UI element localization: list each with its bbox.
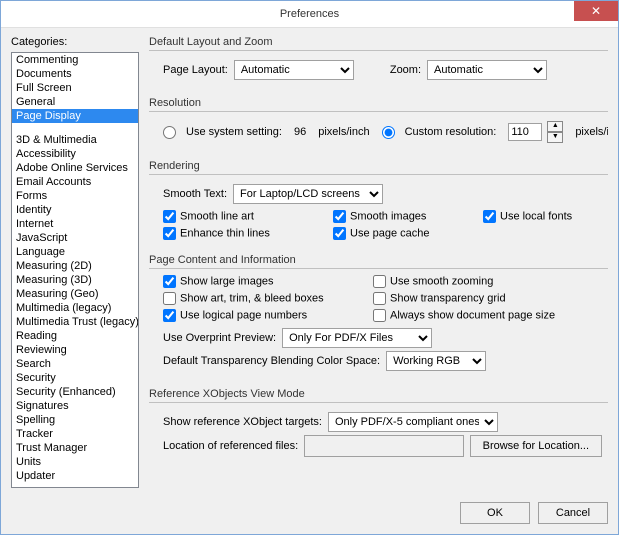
location-field [304, 435, 463, 457]
group-xobjects-title: Reference XObjects View Mode [149, 388, 608, 400]
category-item[interactable]: Trust Manager [12, 441, 138, 455]
overprint-label: Use Overprint Preview: [163, 332, 276, 344]
titlebar: Preferences ✕ [1, 1, 618, 28]
check-use-local-fonts[interactable]: Use local fonts [483, 210, 602, 223]
ok-button[interactable]: OK [460, 502, 530, 524]
group-xobjects: Reference XObjects View Mode Show refere… [149, 388, 608, 468]
system-setting-unit: pixels/inch [318, 126, 369, 138]
category-item[interactable]: Language [12, 245, 138, 259]
check-show-transparency-grid[interactable]: Show transparency grid [373, 292, 602, 305]
category-item[interactable]: Updater [12, 469, 138, 483]
group-rendering-title: Rendering [149, 160, 608, 172]
close-button[interactable]: ✕ [574, 1, 618, 21]
check-use-page-cache[interactable]: Use page cache [333, 227, 483, 240]
zoom-select[interactable]: Automatic [427, 60, 547, 80]
zoom-label: Zoom: [390, 64, 421, 76]
radio-system-setting[interactable] [163, 126, 176, 139]
category-item[interactable]: JavaScript [12, 231, 138, 245]
check-always-show-doc-size[interactable]: Always show document page size [373, 309, 602, 322]
blend-label: Default Transparency Blending Color Spac… [163, 355, 380, 367]
category-item[interactable]: Units [12, 455, 138, 469]
category-item[interactable]: Security (Enhanced) [12, 385, 138, 399]
check-smooth-images[interactable]: Smooth images [333, 210, 483, 223]
category-listbox[interactable]: CommentingDocumentsFull ScreenGeneralPag… [11, 52, 139, 488]
smooth-text-select[interactable]: For Laptop/LCD screens [233, 184, 383, 204]
page-layout-label: Page Layout: [163, 64, 228, 76]
check-use-smooth-zooming[interactable]: Use smooth zooming [373, 275, 602, 288]
category-item[interactable]: Adobe Online Services [12, 161, 138, 175]
category-item[interactable]: Reading [12, 329, 138, 343]
category-item[interactable]: Search [12, 357, 138, 371]
radio-custom-resolution[interactable] [382, 126, 395, 139]
group-content: Page Content and Information Show large … [149, 254, 608, 382]
category-item[interactable]: General [12, 95, 138, 109]
group-content-title: Page Content and Information [149, 254, 608, 266]
group-layout-title: Default Layout and Zoom [149, 36, 608, 48]
sidebar: Categories: CommentingDocumentsFull Scre… [11, 36, 139, 488]
cancel-button[interactable]: Cancel [538, 502, 608, 524]
category-item[interactable]: Identity [12, 203, 138, 217]
category-item[interactable]: Forms [12, 189, 138, 203]
category-item[interactable]: Spelling [12, 413, 138, 427]
category-item[interactable]: Documents [12, 67, 138, 81]
xobject-targets-select[interactable]: Only PDF/X-5 compliant ones [328, 412, 498, 432]
content-panel: Default Layout and Zoom Page Layout: Aut… [149, 36, 608, 488]
check-show-large-images[interactable]: Show large images [163, 275, 373, 288]
spinner-up-icon[interactable]: ▲ [547, 121, 563, 132]
browse-button[interactable]: Browse for Location... [470, 435, 602, 457]
category-item[interactable]: Reviewing [12, 343, 138, 357]
group-rendering: Rendering Smooth Text: For Laptop/LCD sc… [149, 160, 608, 248]
sidebar-label: Categories: [11, 36, 139, 48]
close-icon: ✕ [591, 4, 601, 18]
overprint-select[interactable]: Only For PDF/X Files [282, 328, 432, 348]
page-layout-select[interactable]: Automatic [234, 60, 354, 80]
category-item[interactable]: Tracker [12, 427, 138, 441]
blend-select[interactable]: Working RGB [386, 351, 486, 371]
system-setting-value: 96 [294, 126, 306, 138]
category-item[interactable]: Multimedia (legacy) [12, 301, 138, 315]
custom-resolution-input[interactable] [508, 123, 542, 141]
group-resolution-title: Resolution [149, 97, 608, 109]
group-layout: Default Layout and Zoom Page Layout: Aut… [149, 36, 608, 91]
custom-resolution-unit: pixels/inch [575, 126, 608, 138]
category-item[interactable]: Full Screen [12, 81, 138, 95]
check-use-logical-page-numbers[interactable]: Use logical page numbers [163, 309, 373, 322]
custom-resolution-label: Custom resolution: [405, 126, 497, 138]
smooth-text-label: Smooth Text: [163, 188, 227, 200]
category-item[interactable]: Measuring (Geo) [12, 287, 138, 301]
system-setting-label: Use system setting: [186, 126, 282, 138]
location-label: Location of referenced files: [163, 440, 298, 452]
dialog-body: Categories: CommentingDocumentsFull Scre… [1, 28, 618, 496]
category-item[interactable]: Email Accounts [12, 175, 138, 189]
check-enhance-thin-lines[interactable]: Enhance thin lines [163, 227, 333, 240]
custom-resolution-spinner[interactable]: ▲▼ [547, 121, 563, 143]
xobject-targets-label: Show reference XObject targets: [163, 416, 322, 428]
check-show-art-boxes[interactable]: Show art, trim, & bleed boxes [163, 292, 373, 305]
group-resolution: Resolution Use system setting: 96 pixels… [149, 97, 608, 154]
category-item[interactable]: Internet [12, 217, 138, 231]
dialog-footer: OK Cancel [1, 496, 618, 534]
category-item[interactable]: Security [12, 371, 138, 385]
check-smooth-line-art[interactable]: Smooth line art [163, 210, 333, 223]
preferences-window: Preferences ✕ Categories: CommentingDocu… [0, 0, 619, 535]
category-item[interactable]: Multimedia Trust (legacy) [12, 315, 138, 329]
category-item[interactable]: Signatures [12, 399, 138, 413]
category-item[interactable]: Measuring (3D) [12, 273, 138, 287]
category-item[interactable]: Commenting [12, 53, 138, 67]
spinner-down-icon[interactable]: ▼ [547, 132, 563, 143]
category-item[interactable]: Accessibility [12, 147, 138, 161]
category-item[interactable]: Page Display [12, 109, 138, 123]
window-title: Preferences [280, 8, 339, 20]
category-item[interactable]: Measuring (2D) [12, 259, 138, 273]
category-item[interactable]: 3D & Multimedia [12, 133, 138, 147]
